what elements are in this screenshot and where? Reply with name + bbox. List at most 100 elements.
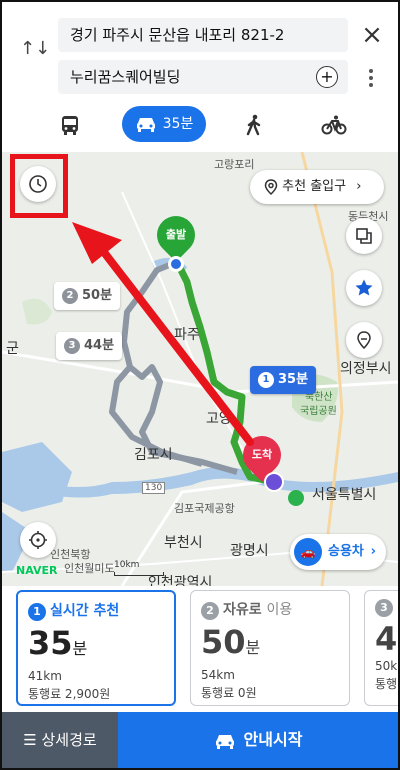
route-card-number: 3 xyxy=(375,599,393,617)
annotation-highlight-box xyxy=(10,154,68,218)
route-2-badge[interactable]: 2 50분 xyxy=(54,282,121,310)
route-card-subtitle: 이용 xyxy=(266,602,293,618)
route-card-unit: 분 xyxy=(72,639,88,658)
location-button[interactable] xyxy=(346,322,382,358)
car-type-icon: 🚗 xyxy=(294,538,322,566)
route-card-title: 3 xyxy=(375,599,398,617)
destination-pin-label: 도착 xyxy=(251,448,273,461)
route-card-toll: 통행료 0원 xyxy=(201,686,257,700)
route-card-toll: 통행 xyxy=(375,677,398,691)
home-icon xyxy=(264,472,284,492)
map-label-goryangpo: 고랑포리 xyxy=(214,158,255,171)
tab-walk[interactable] xyxy=(236,106,272,142)
map-scale-label: 10km xyxy=(114,560,140,570)
chevron-right-icon: › xyxy=(370,544,376,559)
map-scale-bar xyxy=(114,572,164,576)
route-card-minutes: 35 xyxy=(28,624,73,662)
tab-bike[interactable] xyxy=(314,106,354,142)
map-label-airport: 김포국제공항 xyxy=(174,502,235,515)
swap-icon[interactable]: ↑↓ xyxy=(20,40,50,72)
current-location-button[interactable] xyxy=(20,522,56,558)
chevron-right-icon: › xyxy=(356,179,362,194)
car-icon xyxy=(136,118,155,132)
vehicle-type-button[interactable]: 🚗 승용차 › xyxy=(290,534,386,570)
map-label-wolmido: 인천월미도 xyxy=(64,562,115,575)
map-label-uijeongbu: 의정부시 xyxy=(340,361,392,377)
walk-icon xyxy=(246,114,261,135)
tab-car[interactable]: 35분 xyxy=(122,106,206,142)
favorite-button[interactable] xyxy=(346,270,382,306)
map-label-seoul: 서울특별시 xyxy=(312,487,377,503)
origin-pin[interactable]: 출발 xyxy=(149,208,203,262)
route-card-distance: 54km xyxy=(201,668,235,682)
transport-mode-tabs: 35분 xyxy=(2,106,398,142)
star-icon xyxy=(355,279,373,296)
recommended-entrance-label: 추천 출입구 xyxy=(282,179,347,194)
route-detail-label: 상세경로 xyxy=(41,731,97,749)
layers-icon xyxy=(356,228,372,244)
pin-outline-icon xyxy=(357,331,371,350)
list-icon: ☰ xyxy=(23,731,42,749)
map-label-bucheon: 부천시 xyxy=(164,535,203,551)
route-card-1[interactable]: 1 실시간 추천 35분 41km 통행료 2,900원 xyxy=(16,590,176,706)
app-frame: ↑↓ 경기 파주시 문산읍 내포리 821-2 누리꿈스퀘어빌딩 + × 35분… xyxy=(0,0,400,770)
route-card-3[interactable]: 3 4 50k 통행 xyxy=(364,590,398,706)
route-card-number: 1 xyxy=(28,603,46,621)
map-label-gimpo: 김포시 xyxy=(134,447,173,463)
route-card-minutes: 4 xyxy=(375,620,398,658)
route-card-toll: 통행료 2,900원 xyxy=(28,687,111,701)
start-navigation-label: 안내시작 xyxy=(243,730,303,749)
route-2-time: 50분 xyxy=(82,288,113,303)
route-card-minutes: 50 xyxy=(201,623,246,661)
bus-icon xyxy=(62,115,78,135)
route-card-time: 50분 xyxy=(201,624,339,666)
route-cards: 1 실시간 추천 35분 41km 통행료 2,900원 2 자유로 이용 50분 … xyxy=(2,586,398,712)
map-label-goyang: 고양 xyxy=(206,411,232,427)
road-shield-130: 130 xyxy=(142,482,166,494)
route-card-title: 1 실시간 추천 xyxy=(28,600,164,621)
route-card-2[interactable]: 2 자유로 이용 50분 54km 통행료 0원 xyxy=(190,590,350,706)
vehicle-type-label: 승용차 xyxy=(328,544,364,559)
route-detail-button[interactable]: ☰ 상세경로 xyxy=(2,712,118,768)
route-card-unit: 분 xyxy=(245,638,261,657)
route-3-badge[interactable]: 3 44분 xyxy=(56,332,123,360)
route-card-distance: 50k xyxy=(375,659,398,673)
recommended-entrance-button[interactable]: 추천 출입구 › xyxy=(250,170,384,204)
route-card-distance: 41km xyxy=(28,669,62,683)
route-card-title-text: 실시간 추천 xyxy=(50,603,120,619)
more-icon[interactable] xyxy=(364,68,378,90)
route-header: ↑↓ 경기 파주시 문산읍 내포리 821-2 누리꿈스퀘어빌딩 + × 35분 xyxy=(2,2,398,152)
destination-input[interactable]: 누리꿈스퀘어빌딩 + xyxy=(58,60,348,94)
map-label-gun: 군 xyxy=(6,341,19,357)
crosshair-icon xyxy=(29,531,47,549)
route-1-time: 35분 xyxy=(278,372,309,387)
naver-logo: NAVER xyxy=(16,564,58,577)
origin-pin-label: 출발 xyxy=(165,228,187,241)
start-navigation-button[interactable]: 안내시작 xyxy=(118,712,398,768)
route-card-title-text: 자유로 xyxy=(223,602,262,618)
route-1-badge[interactable]: 1 35분 xyxy=(250,366,317,394)
destination-text: 누리꿈스퀘어빌딩 xyxy=(70,68,181,86)
route-card-time: 35분 xyxy=(28,625,164,667)
add-waypoint-icon[interactable]: + xyxy=(316,66,338,88)
close-icon[interactable]: × xyxy=(358,20,386,50)
route-card-title: 2 자유로 이용 xyxy=(201,599,339,620)
route-3-number: 3 xyxy=(64,338,80,354)
tab-bus[interactable] xyxy=(52,106,88,142)
origin-dot xyxy=(168,256,184,272)
bottom-action-bar: ☰ 상세경로 안내시작 xyxy=(2,712,398,768)
route-3-time: 44분 xyxy=(84,338,115,353)
poi-star-icon xyxy=(288,490,304,506)
route-card-time: 4 xyxy=(375,620,398,658)
car-time-label: 35분 xyxy=(162,116,194,132)
layers-button[interactable] xyxy=(346,218,382,254)
map-label-paju: 파주 xyxy=(174,327,200,343)
map-label-gwangmyeong: 광명시 xyxy=(230,543,269,559)
route-card-number: 2 xyxy=(201,602,219,620)
map-label-park: 국립공원 xyxy=(300,406,337,417)
route-2-number: 2 xyxy=(62,288,78,304)
location-pin-icon xyxy=(264,178,278,195)
car-icon xyxy=(215,734,234,749)
origin-input[interactable]: 경기 파주시 문산읍 내포리 821-2 xyxy=(58,18,348,52)
route-1-number: 1 xyxy=(258,372,274,388)
